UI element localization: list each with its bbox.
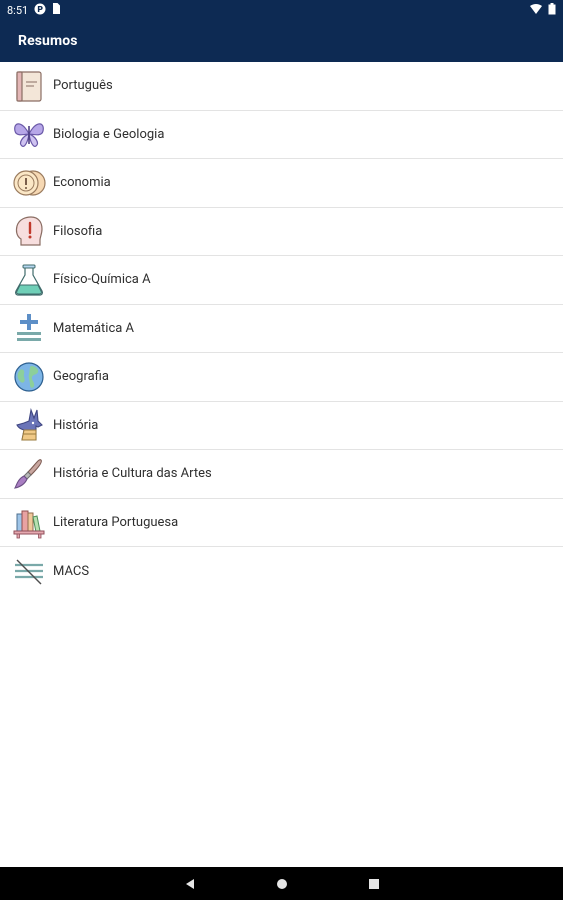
subject-label: Português <box>53 78 113 94</box>
subject-item-historia-cultura-artes[interactable]: História e Cultura das Artes <box>0 450 563 499</box>
subject-item-biologia[interactable]: Biologia e Geologia <box>0 110 563 159</box>
back-icon[interactable] <box>183 877 197 891</box>
bookshelf-icon <box>12 505 46 539</box>
globe-icon <box>12 360 46 394</box>
book-icon <box>12 69 46 103</box>
subject-item-fisico-quimica[interactable]: Físico-Química A <box>0 256 563 305</box>
subject-item-portugues[interactable]: Português <box>0 62 563 111</box>
subject-item-matematica[interactable]: Matemática A <box>0 304 563 353</box>
wifi-icon <box>530 3 542 17</box>
paintbrush-icon <box>12 457 46 491</box>
math-symbols-icon <box>12 311 46 345</box>
subject-item-economia[interactable]: Economia <box>0 159 563 208</box>
subject-label: Economia <box>53 175 111 191</box>
subject-label: História <box>53 417 99 433</box>
subject-label: Biologia e Geologia <box>53 126 165 142</box>
home-icon[interactable] <box>275 877 289 891</box>
subject-label: MACS <box>53 563 90 579</box>
recents-icon[interactable] <box>367 877 381 891</box>
subject-label: Físico-Química A <box>53 272 151 288</box>
battery-icon <box>548 2 556 18</box>
coins-icon <box>12 166 46 200</box>
subject-item-historia[interactable]: História <box>0 401 563 450</box>
status-left: 8:51 P <box>7 3 61 18</box>
butterfly-icon <box>12 117 46 151</box>
sim-card-icon <box>52 3 61 17</box>
flask-icon <box>12 263 46 297</box>
subject-item-macs[interactable]: MACS <box>0 547 563 596</box>
svg-text:P: P <box>37 5 43 14</box>
subject-label: Geografia <box>53 369 109 385</box>
status-time: 8:51 <box>7 3 29 17</box>
anubis-icon <box>12 408 46 442</box>
app-bar: Resumos <box>0 20 563 62</box>
head-exclamation-icon <box>12 214 46 248</box>
app-title: Resumos <box>18 33 78 49</box>
app-notification-icon: P <box>34 3 46 18</box>
navigation-bar <box>0 867 563 900</box>
subject-list: Português Biologia e Geologia Economia F… <box>0 62 563 596</box>
subject-label: Literatura Portuguesa <box>53 514 179 530</box>
subject-item-literatura[interactable]: Literatura Portuguesa <box>0 498 563 547</box>
parallel-lines-icon <box>12 554 46 588</box>
status-right <box>530 2 556 18</box>
subject-item-geografia[interactable]: Geografia <box>0 353 563 402</box>
status-bar: 8:51 P <box>0 0 563 20</box>
subject-label: Matemática A <box>53 320 135 336</box>
subject-item-filosofia[interactable]: Filosofia <box>0 207 563 256</box>
subject-label: História e Cultura das Artes <box>53 466 212 482</box>
subject-label: Filosofia <box>53 223 103 239</box>
